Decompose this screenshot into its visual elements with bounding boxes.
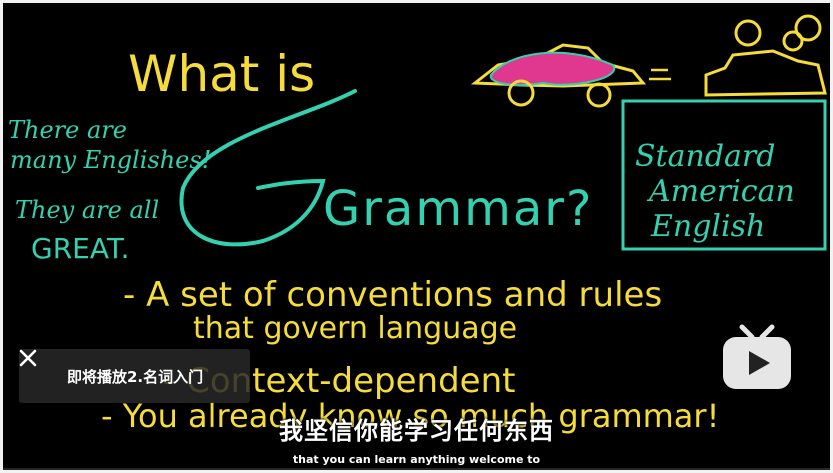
bullet-1: - A set of conventions and rules [123, 275, 662, 315]
box-line-2: American [646, 174, 795, 209]
close-icon[interactable] [19, 349, 67, 403]
video-canvas[interactable]: What is There are many Englishes! They a… [3, 3, 830, 470]
side-note-line-3: They are all [15, 196, 159, 224]
car-drawing-right [704, 14, 827, 97]
side-note-line-2: many Englishes! [10, 146, 211, 174]
board-title: What is [128, 45, 315, 103]
side-note-line-4: GREAT. [31, 232, 130, 265]
box-line-3: English [650, 209, 765, 244]
up-next-toast[interactable]: 即将播放2.名词入门 [19, 349, 250, 403]
up-next-label[interactable]: 即将播放2.名词入门 [67, 366, 203, 387]
subtitle-chinese: 我坚信你能学习任何东西 [279, 417, 554, 445]
box-line-1: Standard [635, 139, 775, 174]
equals-sign [649, 68, 671, 81]
progress-bar[interactable] [3, 468, 830, 470]
main-word: Grammar? [323, 181, 593, 237]
subtitle-english: that you can learn anything welcome to [292, 453, 541, 466]
car-drawing-left [470, 43, 647, 108]
play-button[interactable] [720, 323, 794, 391]
player-frame: What is There are many Englishes! They a… [0, 0, 833, 473]
play-icon [723, 324, 791, 389]
side-note-line-1: There are [8, 116, 127, 144]
bullet-1-continued: that govern language [193, 311, 517, 346]
